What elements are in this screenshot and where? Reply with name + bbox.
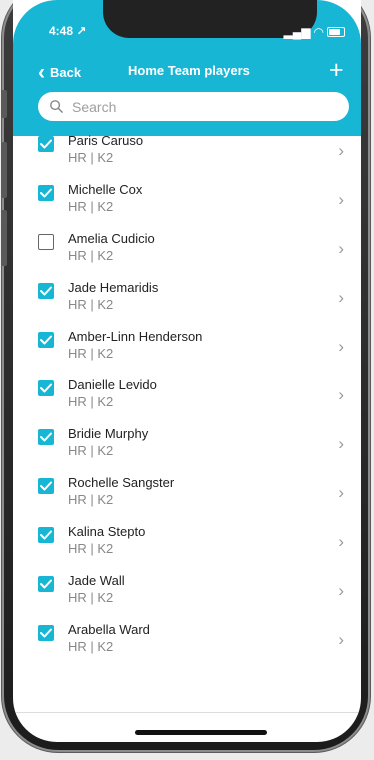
- search-bar[interactable]: [38, 92, 349, 121]
- volume-down-button: [1, 210, 7, 266]
- player-details: HR | K2: [68, 198, 114, 214]
- chevron-right-icon: ›: [338, 336, 344, 356]
- player-details: HR | K2: [68, 150, 114, 165]
- player-checkbox[interactable]: [38, 624, 54, 641]
- player-name: Arabella Ward: [68, 621, 150, 637]
- player-checkbox[interactable]: [38, 478, 54, 495]
- chevron-right-icon: ›: [338, 141, 344, 160]
- list-item[interactable]: Jade Wall HR | K2 ›: [13, 567, 361, 616]
- chevron-right-icon: ›: [338, 238, 344, 258]
- player-name: Amelia Cudicio: [68, 230, 155, 246]
- check-icon: [40, 628, 52, 638]
- back-button[interactable]: ‹ Back: [38, 62, 81, 83]
- volume-up-button: [1, 142, 7, 198]
- player-name: Kalina Stepto: [68, 524, 146, 540]
- screen: 4:48 ↗ ▂▄▆ ◠ ‹ Back Home Team players + …: [13, 0, 361, 742]
- player-details: HR | K2: [68, 638, 114, 654]
- player-details: HR | K2: [68, 345, 114, 361]
- list-item[interactable]: Paris Caruso HR | K2 ›: [13, 127, 361, 176]
- wifi-icon: ◠: [313, 25, 324, 39]
- chevron-left-icon: ‹: [38, 61, 45, 84]
- player-details: HR | K2: [68, 247, 114, 263]
- search-input[interactable]: [70, 97, 324, 116]
- chevron-right-icon: ›: [338, 581, 344, 601]
- check-icon: [40, 383, 52, 393]
- player-checkbox[interactable]: [38, 282, 54, 299]
- list-item[interactable]: Bridie Murphy HR | K2 ›: [13, 420, 361, 469]
- status-icons: ▂▄▆ ◠: [284, 25, 345, 39]
- player-details: HR | K2: [68, 296, 114, 312]
- chevron-right-icon: ›: [338, 287, 344, 307]
- header: 4:48 ↗ ▂▄▆ ◠ ‹ Back Home Team players +: [13, 0, 361, 136]
- player-details: HR | K2: [68, 492, 114, 508]
- back-label: Back: [50, 65, 82, 80]
- player-details: HR | K2: [68, 443, 114, 459]
- chevron-right-icon: ›: [338, 483, 344, 503]
- player-name: Michelle Cox: [68, 181, 143, 197]
- check-icon: [40, 481, 52, 491]
- chevron-right-icon: ›: [338, 629, 344, 649]
- status-time: 4:48 ↗: [49, 24, 87, 38]
- chevron-right-icon: ›: [338, 532, 344, 552]
- player-details: HR | K2: [68, 590, 114, 606]
- check-icon: [40, 432, 52, 442]
- check-icon: [40, 579, 52, 589]
- list-item[interactable]: Amelia Cudicio HR | K2 ›: [13, 225, 361, 274]
- signal-icon: ▂▄▆: [283, 25, 311, 39]
- list-item[interactable]: Michelle Cox HR | K2 ›: [13, 176, 361, 225]
- check-icon: [40, 335, 52, 345]
- list-item[interactable]: Danielle Levido HR | K2 ›: [13, 371, 361, 420]
- search-icon: [50, 100, 63, 113]
- player-name: Danielle Levido: [68, 377, 157, 393]
- player-checkbox[interactable]: [38, 184, 54, 201]
- chevron-right-icon: ›: [338, 385, 344, 405]
- player-name: Jade Hemaridis: [68, 279, 159, 295]
- player-checkbox[interactable]: [38, 576, 54, 593]
- check-icon: [40, 286, 52, 296]
- list-item[interactable]: Jade Hemaridis HR | K2 ›: [13, 274, 361, 323]
- check-icon: [40, 139, 52, 149]
- list-item[interactable]: Amber-Linn Henderson HR | K2 ›: [13, 323, 361, 372]
- list-item[interactable]: Rochelle Sangster HR | K2 ›: [13, 469, 361, 518]
- player-checkbox[interactable]: [38, 136, 54, 152]
- player-checkbox[interactable]: [38, 380, 54, 397]
- player-checkbox[interactable]: [38, 233, 54, 250]
- battery-icon: [327, 27, 345, 37]
- home-indicator[interactable]: [135, 730, 267, 735]
- list-item[interactable]: Kalina Stepto HR | K2 ›: [13, 518, 361, 567]
- list-item[interactable]: Arabella Ward HR | K2 ›: [13, 616, 361, 665]
- side-button: [1, 90, 7, 118]
- player-name: Jade Wall: [68, 573, 125, 589]
- bottom-divider: [13, 712, 361, 713]
- check-icon: [40, 530, 52, 540]
- page-title: Home Team players: [128, 63, 250, 78]
- chevron-right-icon: ›: [338, 189, 344, 209]
- plus-icon: +: [329, 56, 344, 84]
- player-name: Paris Caruso: [68, 133, 144, 148]
- check-icon: [40, 188, 52, 198]
- player-name: Rochelle Sangster: [68, 475, 175, 491]
- player-name: Bridie Murphy: [68, 426, 149, 442]
- add-button[interactable]: +: [329, 58, 344, 83]
- player-checkbox[interactable]: [38, 429, 54, 446]
- player-name: Amber-Linn Henderson: [68, 328, 203, 344]
- chevron-right-icon: ›: [338, 434, 344, 454]
- player-details: HR | K2: [68, 541, 114, 557]
- player-checkbox[interactable]: [38, 527, 54, 544]
- player-details: HR | K2: [68, 394, 114, 410]
- player-checkbox[interactable]: [38, 331, 54, 348]
- player-list: Paris Caruso HR | K2 › Michelle Cox HR |…: [13, 133, 361, 665]
